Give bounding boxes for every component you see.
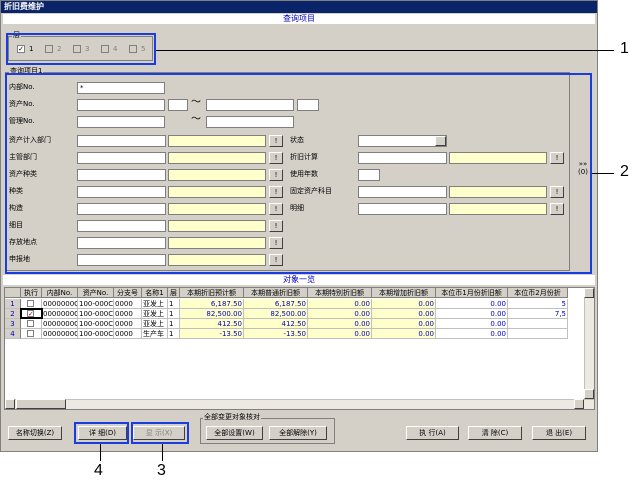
horizontal-scroll-thumb[interactable] [16,399,66,409]
grid-column-header[interactable]: 分支号 [114,288,142,298]
callout-box-detail [74,422,129,444]
grid-cell[interactable]: 亚发上 [142,309,168,319]
grid-cell[interactable]: 1 [168,299,180,309]
list-section-header[interactable]: 对象一览 [3,275,595,285]
grid-cell[interactable]: 0000 [114,299,142,309]
callout-box-query-items [5,73,592,274]
callout-line-2 [592,173,614,174]
grid-cell[interactable]: 412.50 [244,319,308,329]
grid-cell[interactable]: 100-000C [78,329,114,339]
grid-column-header[interactable]: 本位币1月份折旧额 [436,288,508,298]
callout-line-3 [162,444,163,461]
grid-column-header[interactable]: 本期普通折旧额 [244,288,308,298]
select-all-button[interactable]: 全部设置(W) [206,426,263,440]
window-title: 折旧费维护 [1,1,597,13]
grid-column-header[interactable]: 执行 [21,288,42,298]
grid-cell[interactable]: 0.00 [308,309,372,319]
grid-cell[interactable]: 0.00 [436,329,508,339]
grid-column-header[interactable]: 内部No. [42,288,78,298]
grid-column-header[interactable]: 本期特别折旧额 [308,288,372,298]
grid-cell[interactable]: 100-000C [78,299,114,309]
grid-cell[interactable]: 412.50 [180,319,244,329]
grid-cell[interactable]: 1 [168,319,180,329]
clear-all-button[interactable]: 全部解除(Y) [269,426,327,440]
grid-cell[interactable]: -13.50 [180,329,244,339]
vertical-scrollbar[interactable] [584,288,594,399]
horizontal-scrollbar[interactable] [5,399,594,409]
row-execute-checkbox[interactable] [27,320,34,327]
scroll-right-icon[interactable] [574,399,584,409]
grid-column-header[interactable]: 本期增加折旧额 [372,288,436,298]
grid-cell[interactable]: 0.00 [308,299,372,309]
callout-number-2: 2 [620,163,629,180]
scroll-up-icon[interactable] [584,288,594,298]
grid-row-number: 1 [5,299,21,309]
name-switch-button[interactable]: 名称切换(Z) [8,426,62,440]
scroll-down-icon[interactable] [584,389,594,399]
clear-button[interactable]: 清 除(C) [468,426,522,440]
grid-cell[interactable]: 生产车 [142,329,168,339]
callout-number-1: 1 [620,40,629,57]
callout-line-4 [100,444,101,461]
row-execute-checkbox[interactable] [27,300,34,307]
grid-cell[interactable]: 0000 [114,329,142,339]
grid-column-header[interactable]: 名称1 [142,288,168,298]
grid-cell[interactable]: 7,5 [508,309,568,319]
grid-corner-header [5,288,21,298]
grid-cell[interactable]: 6,187.50 [180,299,244,309]
grid-row-number: 2 [5,309,21,319]
callout-line-1 [156,50,614,51]
asset-grid: 执行 内部No. 资产No. 分支号 名称1 层本期折旧预计额 本期普通折旧额 本期特别折旧额… [4,287,595,410]
grid-cell[interactable]: 0.00 [372,319,436,329]
grid-cell[interactable]: 0000000C [42,299,78,309]
callout-box-layer [6,33,156,65]
grid-cell[interactable]: 6,187.50 [244,299,308,309]
callout-number-4: 4 [94,462,103,479]
scroll-left-icon[interactable] [5,399,15,409]
grid-cell[interactable]: 0.00 [308,319,372,329]
grid-cell[interactable]: 100-000C [78,309,114,319]
query-section-header[interactable]: 查询项目 [3,14,595,24]
change-target-group-label: 全部变更对象核对 [203,413,261,422]
grid-cell[interactable]: -13.50 [244,329,308,339]
grid-cell[interactable]: 亚发上 [142,319,168,329]
grid-cell[interactable]: 82,500.00 [180,309,244,319]
grid-cell[interactable]: 0.00 [308,329,372,339]
grid-column-header[interactable]: 本期折旧预计额 [180,288,244,298]
callout-number-3: 3 [157,462,166,479]
execute-button[interactable]: 执 行(A) [406,426,459,440]
grid-cell[interactable]: 5 [508,299,568,309]
grid-cell[interactable]: 0.00 [436,319,508,329]
grid-cell[interactable]: 0000000C [42,329,78,339]
grid-cell[interactable]: 0.00 [436,309,508,319]
grid-cell[interactable] [508,329,568,339]
grid-cell[interactable]: 1 [168,309,180,319]
grid-focus-cell [20,308,43,319]
grid-row-number: 3 [5,319,21,329]
exit-button[interactable]: 退 出(E) [532,426,586,440]
grid-cell[interactable]: 0000 [114,319,142,329]
grid-column-header[interactable]: 资产No. [78,288,114,298]
grid-cell[interactable]: 0000000C [42,309,78,319]
grid-column-header[interactable]: 层 [168,288,180,298]
grid-cell[interactable]: 82,500.00 [244,309,308,319]
callout-box-show [131,422,189,444]
grid-cell[interactable]: 0000 [114,309,142,319]
grid-cell[interactable]: 100-000C [78,319,114,329]
grid-cell[interactable] [508,319,568,329]
grid-cell[interactable]: 0.00 [436,299,508,309]
grid-cell[interactable]: 0.00 [372,329,436,339]
grid-cell[interactable]: 1 [168,329,180,339]
grid-row-number: 4 [5,329,21,339]
grid-cell[interactable]: 0.00 [372,299,436,309]
grid-cell[interactable]: 0.00 [372,309,436,319]
row-execute-checkbox[interactable] [27,330,34,337]
grid-cell[interactable]: 亚发上 [142,299,168,309]
grid-column-header[interactable]: 本位币2月份折 [508,288,568,298]
grid-cell[interactable]: 0000000C [42,319,78,329]
